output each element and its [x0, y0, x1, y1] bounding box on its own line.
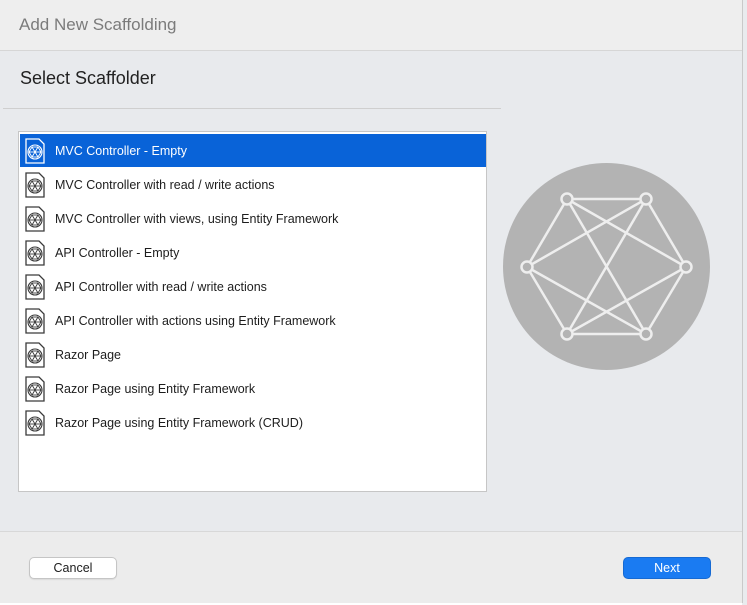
add-new-scaffolding-dialog: Add New Scaffolding Select Scaffolder MV…	[0, 0, 743, 603]
scaffolder-item-label: Razor Page using Entity Framework	[55, 381, 256, 396]
scaffolder-item-label: Razor Page using Entity Framework (CRUD)	[55, 415, 303, 430]
scaffolder-file-icon	[24, 171, 46, 198]
scaffold-network-icon	[503, 163, 710, 370]
scaffolder-item[interactable]: API Controller - Empty	[20, 236, 486, 269]
page-heading: Select Scaffolder	[20, 68, 156, 88]
scaffolder-item-label: MVC Controller with read / write actions	[55, 177, 275, 192]
scaffolder-item[interactable]: Razor Page	[20, 338, 486, 371]
scaffolder-file-icon	[24, 273, 46, 300]
scaffolder-file-icon	[24, 307, 46, 334]
dialog-title: Add New Scaffolding	[19, 15, 177, 34]
scaffolder-item[interactable]: API Controller with actions using Entity…	[20, 304, 486, 337]
scaffolder-preview-image	[503, 163, 710, 370]
scaffolder-item[interactable]: Razor Page using Entity Framework	[20, 372, 486, 405]
scaffolder-item[interactable]: MVC Controller - Empty	[20, 134, 486, 167]
scaffolder-file-icon	[24, 239, 46, 266]
scaffolder-item-label: API Controller - Empty	[55, 245, 180, 260]
scaffolder-item-label: Razor Page	[55, 347, 122, 362]
scaffolder-item[interactable]: MVC Controller with read / write actions	[20, 168, 486, 201]
scaffolder-file-icon	[24, 205, 46, 232]
scaffolder-file-icon	[24, 137, 46, 164]
scaffolder-item-label: MVC Controller - Empty	[55, 143, 187, 158]
scaffolder-item-label: API Controller with read / write actions	[55, 279, 267, 294]
cancel-button[interactable]: Cancel	[29, 557, 117, 579]
scaffolder-list[interactable]: MVC Controller - Empty MVC Controller wit…	[18, 131, 487, 492]
scaffolder-file-icon	[24, 341, 46, 368]
scaffolder-item[interactable]: MVC Controller with views, using Entity …	[20, 202, 486, 235]
scaffolder-item-label: API Controller with actions using Entity…	[55, 313, 336, 328]
scaffolder-item-label: MVC Controller with views, using Entity …	[55, 211, 339, 226]
next-button[interactable]: Next	[623, 557, 711, 579]
dialog-titlebar: Add New Scaffolding	[0, 0, 742, 51]
scaffolder-item[interactable]: API Controller with read / write actions	[20, 270, 486, 303]
scaffolder-file-icon	[24, 375, 46, 402]
scaffolder-item[interactable]: Razor Page using Entity Framework (CRUD)	[20, 406, 486, 439]
heading-divider	[3, 108, 501, 109]
scaffolder-file-icon	[24, 409, 46, 436]
